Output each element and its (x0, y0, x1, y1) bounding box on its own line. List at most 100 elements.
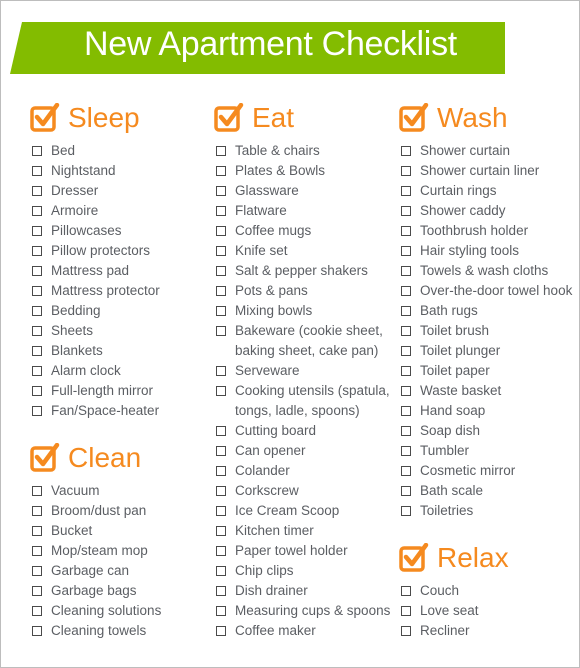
checkbox-empty-icon[interactable] (32, 266, 42, 276)
checkbox-empty-icon[interactable] (401, 606, 411, 616)
checklist-item[interactable]: Cosmetic mirror (399, 461, 572, 481)
checkbox-empty-icon[interactable] (32, 506, 42, 516)
checkbox-empty-icon[interactable] (32, 306, 42, 316)
checkbox-empty-icon[interactable] (32, 166, 42, 176)
checkbox-empty-icon[interactable] (32, 586, 42, 596)
checklist-item[interactable]: Bucket (30, 521, 161, 541)
checkbox-empty-icon[interactable] (401, 326, 411, 336)
checklist-item[interactable]: Toilet brush (399, 321, 572, 341)
checklist-item[interactable]: Bed (30, 141, 160, 161)
checkbox-empty-icon[interactable] (32, 566, 42, 576)
checklist-item[interactable]: Toiletries (399, 501, 572, 521)
checkbox-empty-icon[interactable] (216, 426, 226, 436)
checkbox-empty-icon[interactable] (216, 626, 226, 636)
checklist-item[interactable]: Cooking utensils (spatula, tongs, ladle,… (214, 381, 390, 421)
checklist-item[interactable]: Tumbler (399, 441, 572, 461)
checkbox-empty-icon[interactable] (216, 226, 226, 236)
checklist-item[interactable]: Toothbrush holder (399, 221, 572, 241)
checkbox-empty-icon[interactable] (401, 166, 411, 176)
checkbox-empty-icon[interactable] (32, 486, 42, 496)
checklist-item[interactable]: Towels & wash cloths (399, 261, 572, 281)
checkbox-empty-icon[interactable] (401, 406, 411, 416)
checkbox-empty-icon[interactable] (216, 386, 226, 396)
checkbox-empty-icon[interactable] (32, 366, 42, 376)
checkbox-empty-icon[interactable] (216, 286, 226, 296)
checkbox-empty-icon[interactable] (401, 586, 411, 596)
checklist-item[interactable]: Can opener (214, 441, 390, 461)
checkbox-empty-icon[interactable] (216, 586, 226, 596)
checklist-item[interactable]: Plates & Bowls (214, 161, 390, 181)
checkbox-empty-icon[interactable] (401, 266, 411, 276)
checklist-item[interactable]: Broom/dust pan (30, 501, 161, 521)
checklist-item[interactable]: Paper towel holder (214, 541, 390, 561)
checklist-item[interactable]: Cleaning solutions (30, 601, 161, 621)
checkbox-empty-icon[interactable] (216, 146, 226, 156)
checkbox-empty-icon[interactable] (32, 246, 42, 256)
checkbox-empty-icon[interactable] (401, 626, 411, 636)
checkbox-empty-icon[interactable] (401, 506, 411, 516)
checkbox-empty-icon[interactable] (401, 206, 411, 216)
checklist-item[interactable]: Shower curtain (399, 141, 572, 161)
checkbox-empty-icon[interactable] (32, 346, 42, 356)
checkbox-empty-icon[interactable] (216, 466, 226, 476)
checklist-item[interactable]: Toilet paper (399, 361, 572, 381)
checklist-item[interactable]: Corkscrew (214, 481, 390, 501)
checklist-item[interactable]: Waste basket (399, 381, 572, 401)
checkbox-empty-icon[interactable] (216, 166, 226, 176)
checklist-item[interactable]: Shower caddy (399, 201, 572, 221)
checklist-item[interactable]: Table & chairs (214, 141, 390, 161)
checklist-item[interactable]: Mop/steam mop (30, 541, 161, 561)
checklist-item[interactable]: Colander (214, 461, 390, 481)
checklist-item[interactable]: Couch (399, 581, 509, 601)
checkbox-empty-icon[interactable] (32, 186, 42, 196)
checkbox-empty-icon[interactable] (216, 326, 226, 336)
checkbox-empty-icon[interactable] (32, 406, 42, 416)
checklist-item[interactable]: Glassware (214, 181, 390, 201)
checklist-item[interactable]: Knife set (214, 241, 390, 261)
checklist-item[interactable]: Cutting board (214, 421, 390, 441)
checklist-item[interactable]: Measuring cups & spoons (214, 601, 390, 621)
checklist-item[interactable]: Flatware (214, 201, 390, 221)
checkbox-empty-icon[interactable] (216, 186, 226, 196)
checklist-item[interactable]: Sheets (30, 321, 160, 341)
checkbox-empty-icon[interactable] (32, 546, 42, 556)
checklist-item[interactable]: Cleaning towels (30, 621, 161, 641)
checkbox-empty-icon[interactable] (401, 426, 411, 436)
checkbox-empty-icon[interactable] (32, 226, 42, 236)
checkbox-empty-icon[interactable] (401, 186, 411, 196)
checkbox-empty-icon[interactable] (216, 546, 226, 556)
checklist-item[interactable]: Garbage can (30, 561, 161, 581)
checklist-item[interactable]: Bath scale (399, 481, 572, 501)
checkbox-empty-icon[interactable] (32, 526, 42, 536)
checkbox-empty-icon[interactable] (32, 206, 42, 216)
checkbox-empty-icon[interactable] (216, 526, 226, 536)
checkbox-empty-icon[interactable] (216, 266, 226, 276)
checklist-item[interactable]: Mattress protector (30, 281, 160, 301)
checklist-item[interactable]: Mattress pad (30, 261, 160, 281)
checkbox-empty-icon[interactable] (32, 626, 42, 636)
checkbox-empty-icon[interactable] (216, 366, 226, 376)
checkbox-empty-icon[interactable] (216, 506, 226, 516)
checkbox-empty-icon[interactable] (216, 606, 226, 616)
checklist-item[interactable]: Pillow protectors (30, 241, 160, 261)
checklist-item[interactable]: Full-length mirror (30, 381, 160, 401)
checkbox-empty-icon[interactable] (32, 606, 42, 616)
checklist-item[interactable]: Serveware (214, 361, 390, 381)
checkbox-empty-icon[interactable] (32, 326, 42, 336)
checkbox-empty-icon[interactable] (401, 306, 411, 316)
checklist-item[interactable]: Salt & pepper shakers (214, 261, 390, 281)
checklist-item[interactable]: Ice Cream Scoop (214, 501, 390, 521)
checklist-item[interactable]: Love seat (399, 601, 509, 621)
checkbox-empty-icon[interactable] (216, 566, 226, 576)
checkbox-empty-icon[interactable] (401, 226, 411, 236)
checklist-item[interactable]: Coffee mugs (214, 221, 390, 241)
checklist-item[interactable]: Fan/Space-heater (30, 401, 160, 421)
checklist-item[interactable]: Pots & pans (214, 281, 390, 301)
checklist-item[interactable]: Blankets (30, 341, 160, 361)
checkbox-empty-icon[interactable] (401, 286, 411, 296)
checklist-item[interactable]: Garbage bags (30, 581, 161, 601)
checkbox-empty-icon[interactable] (401, 146, 411, 156)
checklist-item[interactable]: Kitchen timer (214, 521, 390, 541)
checklist-item[interactable]: Over-the-door towel hook (399, 281, 572, 301)
checklist-item[interactable]: Nightstand (30, 161, 160, 181)
